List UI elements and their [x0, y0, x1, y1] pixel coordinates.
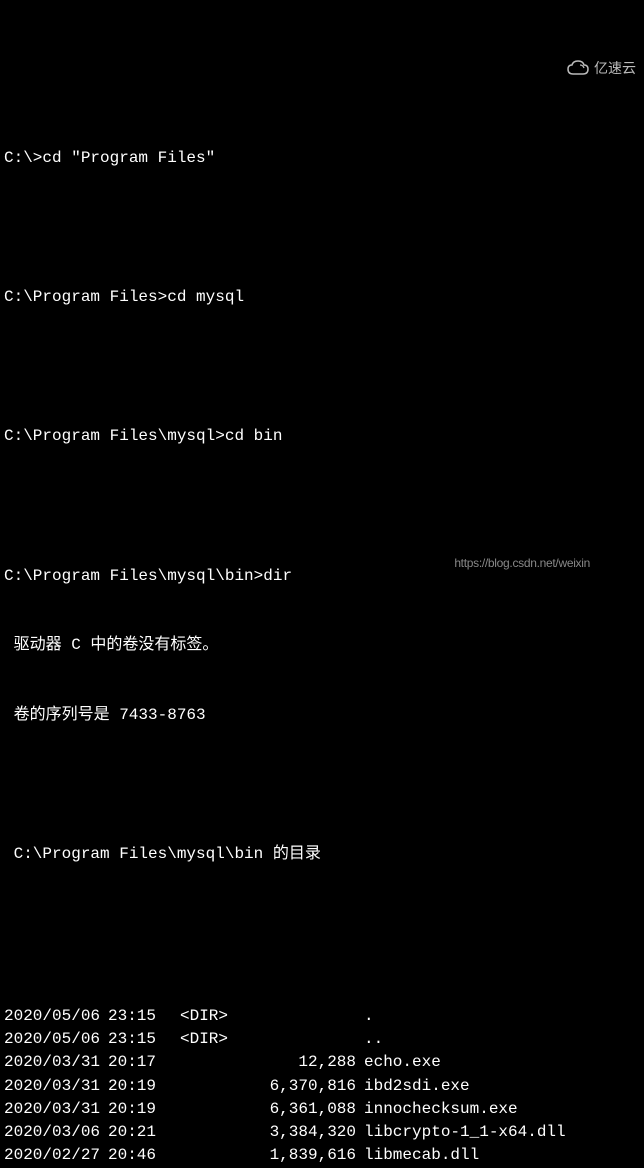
- directory-of-line: C:\Program Files\mysql\bin 的目录: [4, 843, 640, 866]
- entry-time: 23:15: [108, 1005, 162, 1028]
- entry-date: 2020/05/06: [4, 1005, 94, 1028]
- watermark-url: https://blog.csdn.net/weixin: [454, 555, 590, 572]
- entry-size: 6,380,032: [252, 1167, 356, 1168]
- entry-name: echo.exe: [364, 1053, 441, 1071]
- entry-time: 20:04: [108, 1167, 162, 1168]
- entry-date: 2020/02/27: [4, 1144, 94, 1167]
- entry-size: 6,370,816: [252, 1075, 356, 1098]
- blank-line: [4, 495, 640, 518]
- entry-time: 20:46: [108, 1144, 162, 1167]
- watermark-logo: 亿速云: [566, 58, 636, 78]
- cmd-2: cd bin: [225, 427, 283, 445]
- dir-entry: 2020/03/31 20:19 6,370,816 ibd2sdi.exe: [4, 1075, 640, 1098]
- cmd-3: dir: [263, 567, 292, 585]
- entry-name: libmecab.dll: [364, 1146, 479, 1164]
- directory-listing: 2020/05/06 23:15 <DIR>. 2020/05/06 23:15 <DIR…: [4, 1005, 640, 1168]
- blank-line: [4, 773, 640, 796]
- cmd-0: cd "Program Files": [42, 149, 215, 167]
- dir-entry: 2020/03/06 20:21 3,384,320 libcrypto-1_1-x6…: [4, 1121, 640, 1144]
- blank-line: [4, 356, 640, 379]
- prompt-2: C:\Program Files\mysql>: [4, 427, 225, 445]
- terminal-content[interactable]: C:\>cd "Program Files" C:\Program Files>…: [4, 101, 640, 1168]
- prompt-0: C:\>: [4, 149, 42, 167]
- watermark-text: 亿速云: [594, 58, 636, 78]
- entry-name: ..: [364, 1030, 383, 1048]
- dir-entry: 2020/05/06 23:15 <DIR>.: [4, 1005, 640, 1028]
- entry-size: 3,384,320: [252, 1121, 356, 1144]
- dir-entry: 2020/03/3120:046,380,032libprotobuf-debu…: [4, 1167, 640, 1168]
- entry-time: 20:19: [108, 1098, 162, 1121]
- entry-dirmark: <DIR>: [180, 1028, 234, 1051]
- dir-entry: 2020/05/06 23:15 <DIR>..: [4, 1028, 640, 1051]
- entry-size: 12,288: [252, 1051, 356, 1074]
- entry-time: 20:21: [108, 1121, 162, 1144]
- entry-size: 6,361,088: [252, 1098, 356, 1121]
- cmd-line-2: C:\Program Files\mysql>cd bin: [4, 425, 640, 448]
- entry-date: 2020/03/06: [4, 1121, 94, 1144]
- prompt-1: C:\Program Files>: [4, 288, 167, 306]
- entry-time: 20:19: [108, 1075, 162, 1098]
- entry-name: libcrypto-1_1-x64.dll: [364, 1123, 566, 1141]
- blank-line: [4, 912, 640, 935]
- entry-name: innochecksum.exe: [364, 1100, 518, 1118]
- cmd-line-0: C:\>cd "Program Files": [4, 147, 640, 170]
- cmd-1: cd mysql: [167, 288, 244, 306]
- entry-date: 2020/03/31: [4, 1167, 94, 1168]
- prompt-3: C:\Program Files\mysql\bin>: [4, 567, 263, 585]
- entry-time: 20:17: [108, 1051, 162, 1074]
- entry-date: 2020/05/06: [4, 1028, 94, 1051]
- entry-dirmark: <DIR>: [180, 1005, 234, 1028]
- dir-entry: 2020/02/27 20:46 1,839,616 libmecab.dll: [4, 1144, 640, 1167]
- entry-name: ibd2sdi.exe: [364, 1077, 470, 1095]
- cmd-line-1: C:\Program Files>cd mysql: [4, 286, 640, 309]
- entry-date: 2020/03/31: [4, 1098, 94, 1121]
- cloud-icon: [566, 58, 590, 78]
- blank-line: [4, 217, 640, 240]
- entry-time: 23:15: [108, 1028, 162, 1051]
- volume-line: 驱动器 C 中的卷没有标签。: [4, 634, 640, 657]
- entry-date: 2020/03/31: [4, 1075, 94, 1098]
- dir-entry: 2020/03/31 20:19 6,361,088 innochecksum.exe: [4, 1098, 640, 1121]
- entry-date: 2020/03/31: [4, 1051, 94, 1074]
- dir-entry: 2020/03/31 20:17 12,288 echo.exe: [4, 1051, 640, 1074]
- entry-size: 1,839,616: [252, 1144, 356, 1167]
- entry-name: .: [364, 1007, 374, 1025]
- serial-line: 卷的序列号是 7433-8763: [4, 704, 640, 727]
